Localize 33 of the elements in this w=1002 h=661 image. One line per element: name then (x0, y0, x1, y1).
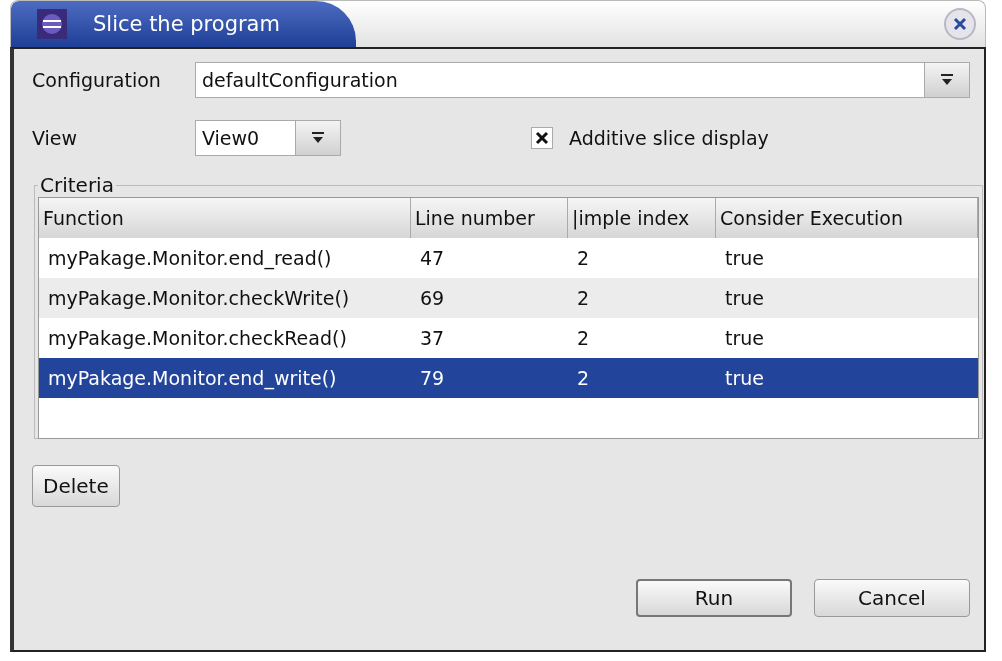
table-cell-text: 2 (576, 247, 591, 269)
table-cell-text: 2 (576, 327, 591, 349)
window-title: Slice the program (93, 12, 280, 36)
group-title: Criteria (39, 173, 115, 197)
close-icon[interactable] (943, 7, 977, 41)
table-cell-text: true (724, 247, 765, 269)
table-cell-text: true (724, 327, 765, 349)
table-cell-text: myPakage.Monitor.checkRead() (47, 327, 348, 349)
table-row[interactable]: myPakage.Monitor.end_write() 79 2 true (39, 358, 978, 398)
table-cell-text: true (724, 367, 765, 389)
table-cell-text: myPakage.Monitor.checkWrite() (47, 287, 351, 309)
run-button[interactable]: Run (636, 579, 792, 617)
cross-mark-icon (535, 131, 549, 145)
table-cell-text: 69 (419, 287, 446, 309)
table-cell-text: 2 (576, 367, 591, 389)
table-cell-text: true (724, 287, 765, 309)
checkbox[interactable] (531, 127, 553, 149)
table-cell-text: 79 (419, 367, 446, 389)
table-cell-text: myPakage.Monitor.end_write() (47, 367, 338, 389)
configuration-dropdown[interactable]: defaultConfiguration (195, 62, 970, 98)
delete-button[interactable]: Delete (32, 465, 120, 507)
configuration-label: Configuration (32, 69, 162, 91)
dropdown-arrow-icon (311, 132, 325, 144)
cancel-button[interactable]: Cancel (814, 579, 970, 617)
table-cell-text: 2 (576, 287, 591, 309)
table-cell-text: 37 (419, 327, 446, 349)
checkbox-label: Additive slice display (569, 127, 769, 149)
dropdown-arrow-icon (940, 74, 954, 86)
table-row[interactable]: myPakage.Monitor.checkWrite() 69 2 true (39, 278, 978, 318)
view-label: View (32, 127, 79, 149)
table-cell-text: 47 (419, 247, 446, 269)
table-cell-text: myPakage.Monitor.end_read() (47, 247, 333, 269)
view-dropdown[interactable]: View0 (195, 120, 341, 156)
